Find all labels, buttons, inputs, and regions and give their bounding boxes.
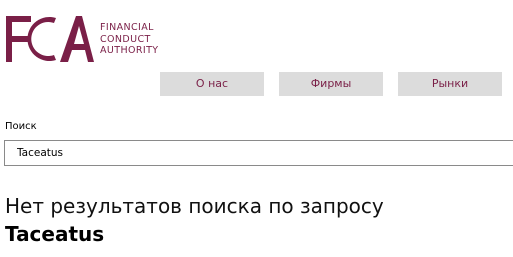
nav-firms-button[interactable]: Фирмы: [279, 72, 383, 96]
logo-line-authority: AUTHORITY: [100, 45, 159, 56]
logo-line-conduct: CONDUCT: [100, 33, 151, 45]
fca-logo-mark: [6, 16, 94, 62]
fca-logo[interactable]: FINANCIAL CONDUCT AUTHORITY: [4, 14, 164, 66]
no-results-message: Нет результатов поиска по запросу: [5, 194, 384, 218]
search-query-text: Taceatus: [5, 222, 105, 246]
search-label: Поиск: [5, 121, 37, 132]
fca-logo-text: FINANCIAL CONDUCT AUTHORITY: [100, 22, 159, 57]
search-input[interactable]: [4, 140, 513, 166]
nav-about-button[interactable]: О нас: [160, 72, 264, 96]
logo-line-financial: FINANCIAL: [100, 22, 154, 33]
nav-markets-button[interactable]: Рынки: [398, 72, 502, 96]
